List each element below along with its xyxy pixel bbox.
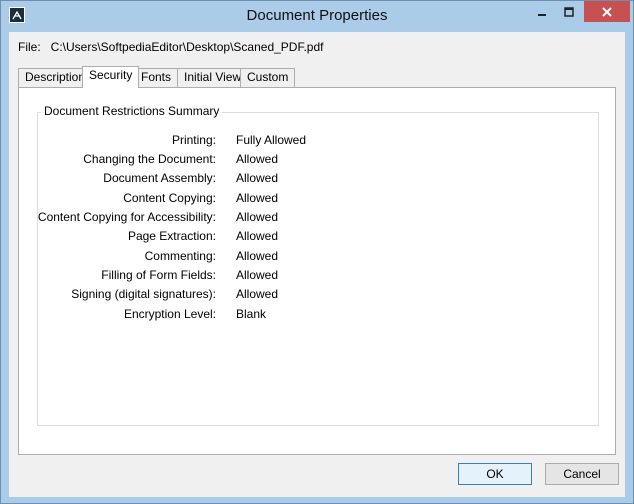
dialog-client-area: File: C:\Users\SoftpediaEditor\Desktop\Sc… — [9, 32, 625, 497]
restriction-value: Allowed — [236, 152, 279, 166]
restriction-label: Content Copying for Accessibility: — [37, 210, 216, 224]
restriction-row-signing: Signing (digital signatures): Allowed — [38, 287, 598, 303]
cancel-button[interactable]: Cancel — [545, 463, 619, 485]
document-properties-window: Document Properties File: C:\Users\Softpe… — [0, 0, 634, 504]
restriction-row-encryption: Encryption Level: Blank — [38, 307, 598, 323]
restriction-label: Changing the Document: — [83, 152, 216, 166]
title-bar[interactable]: Document Properties — [1, 1, 633, 31]
restriction-row-commenting: Commenting: Allowed — [38, 249, 598, 265]
file-label: File: — [18, 40, 41, 54]
close-button[interactable] — [584, 1, 630, 22]
restriction-value: Allowed — [236, 171, 279, 185]
tab-description[interactable]: Description — [18, 68, 93, 87]
restriction-value: Allowed — [236, 249, 279, 263]
tab-initial-view[interactable]: Initial View — [177, 68, 249, 87]
tab-fonts[interactable]: Fonts — [134, 68, 179, 87]
restriction-value: Allowed — [236, 210, 279, 224]
document-restrictions-group: Document Restrictions Summary Printing: … — [37, 104, 599, 426]
restriction-value: Allowed — [236, 229, 279, 243]
restriction-label: Page Extraction: — [127, 229, 216, 243]
restriction-label: Content Copying: — [123, 191, 216, 205]
restriction-label: Printing: — [171, 133, 216, 147]
restriction-label: Document Assembly: — [103, 171, 216, 185]
file-row: File: C:\Users\SoftpediaEditor\Desktop\Sc… — [18, 40, 323, 54]
restriction-value: Allowed — [236, 287, 279, 301]
restriction-label: Filling of Form Fields: — [101, 268, 216, 282]
ok-button[interactable]: OK — [458, 463, 532, 485]
restriction-value: Allowed — [236, 191, 279, 205]
restriction-row-changing: Changing the Document: Allowed — [38, 152, 598, 168]
restriction-value: Fully Allowed — [236, 133, 307, 147]
restriction-row-assembly: Document Assembly: Allowed — [38, 171, 598, 187]
restriction-row-form-fields: Filling of Form Fields: Allowed — [38, 268, 598, 284]
tab-custom[interactable]: Custom — [240, 68, 296, 87]
close-icon — [602, 6, 612, 17]
file-path: C:\Users\SoftpediaEditor\Desktop\Scaned_… — [50, 40, 324, 54]
minimize-button[interactable] — [529, 1, 555, 22]
tab-security[interactable]: Security — [82, 66, 140, 88]
security-tab-panel: Document Restrictions Summary Printing: … — [18, 87, 616, 455]
restriction-row-content-copying: Content Copying: Allowed — [38, 191, 598, 207]
restriction-label: Signing (digital signatures): — [71, 287, 216, 301]
restriction-value: Blank — [236, 307, 267, 321]
maximize-button[interactable] — [555, 1, 582, 22]
restriction-label: Commenting: — [144, 249, 216, 263]
minimize-icon — [538, 13, 546, 16]
restriction-value: Allowed — [236, 268, 279, 282]
restriction-row-accessibility: Content Copying for Accessibility: Allow… — [38, 210, 598, 226]
group-title: Document Restrictions Summary — [41, 104, 223, 118]
restriction-row-page-extraction: Page Extraction: Allowed — [38, 229, 598, 245]
maximize-icon — [563, 6, 574, 17]
restriction-label: Encryption Level: — [123, 307, 216, 321]
restriction-row-printing: Printing: Fully Allowed — [38, 133, 598, 149]
